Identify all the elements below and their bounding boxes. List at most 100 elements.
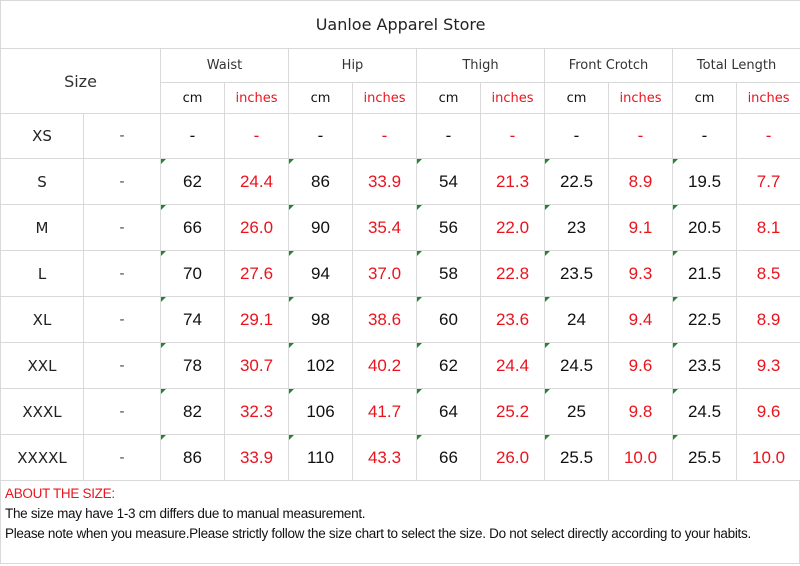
comment-marker-icon (417, 205, 422, 210)
inches-cell: 9.4 (608, 296, 673, 343)
cm-cell: 24 (544, 296, 609, 343)
comment-marker-icon (289, 159, 294, 164)
comment-marker-icon (673, 159, 678, 164)
cell-value: 25.2 (495, 401, 530, 421)
cm-cell: 21.5 (672, 250, 737, 297)
cm-cell: 60 (416, 296, 481, 343)
cm-cell: 23.5 (544, 250, 609, 297)
inches-cell: 27.6 (224, 250, 289, 297)
cell-value: 9.3 (756, 355, 781, 375)
inches-cell: 9.1 (608, 204, 673, 251)
comment-marker-icon (161, 251, 166, 256)
size-extra-cell: - (83, 342, 161, 389)
unit-inches-header: inches (480, 82, 545, 114)
comment-marker-icon (545, 297, 550, 302)
cell-value: 24.5 (687, 401, 722, 421)
inches-cell: 37.0 (352, 250, 417, 297)
inches-cell: 7.7 (735, 158, 800, 205)
cell-value: 74 (183, 309, 202, 329)
cm-cell: 82 (160, 388, 225, 435)
inches-cell: 9.8 (608, 388, 673, 435)
comment-marker-icon (545, 389, 550, 394)
cell-value: 106 (306, 401, 335, 421)
comment-marker-icon (289, 389, 294, 394)
cm-cell: 20.5 (672, 204, 737, 251)
comment-marker-icon (161, 159, 166, 164)
cm-cell: 25.5 (544, 434, 609, 481)
cm-cell: 102 (288, 342, 353, 389)
comment-marker-icon (289, 205, 294, 210)
cell-value: 35.4 (367, 217, 402, 237)
comment-marker-icon (417, 251, 422, 256)
cell-value: 64 (439, 401, 458, 421)
cm-cell: 70 (160, 250, 225, 297)
cm-cell: 110 (288, 434, 353, 481)
cell-value: 32.3 (239, 401, 274, 421)
table-row: XXL - 78 30.7 102 40.2 62 24.4 24.5 9.6 23.5 9.3 (0, 342, 800, 389)
inches-cell: - (735, 113, 800, 159)
cm-cell: - (288, 113, 353, 159)
cell-value: 90 (311, 217, 330, 237)
comment-marker-icon (673, 343, 678, 348)
comment-marker-icon (289, 435, 294, 440)
cell-value: - (445, 126, 452, 145)
comment-marker-icon (161, 297, 166, 302)
unit-inches-header: inches (352, 82, 417, 114)
comment-marker-icon (417, 343, 422, 348)
cell-value: 23.5 (687, 355, 722, 375)
comment-marker-icon (673, 435, 678, 440)
inches-cell: 26.0 (224, 204, 289, 251)
cell-value: 56 (439, 217, 458, 237)
store-title: Uanloe Apparel Store (0, 0, 800, 49)
cell-value: 21.3 (495, 171, 530, 191)
cm-cell: 23 (544, 204, 609, 251)
size-cell: XXXXL (0, 434, 84, 481)
cm-cell: 25.5 (672, 434, 737, 481)
cm-cell: 78 (160, 342, 225, 389)
cell-value: 98 (311, 309, 330, 329)
inches-cell: 8.9 (735, 296, 800, 343)
cell-value: 23.5 (559, 263, 594, 283)
size-cell: M (0, 204, 84, 251)
inches-cell: - (352, 113, 417, 159)
inches-cell: 24.4 (480, 342, 545, 389)
cell-value: 24.4 (239, 171, 274, 191)
comment-marker-icon (417, 159, 422, 164)
measurement-header: Hip (288, 48, 417, 83)
table-row: S - 62 24.4 86 33.9 54 21.3 22.5 8.9 19.5 7.7 (0, 158, 800, 205)
cm-cell: 98 (288, 296, 353, 343)
cell-value: 86 (311, 171, 330, 191)
cell-value: 41.7 (367, 401, 402, 421)
size-cell: XXL (0, 342, 84, 389)
cm-cell: 24.5 (672, 388, 737, 435)
inches-cell: 43.3 (352, 434, 417, 481)
cell-value: 25 (567, 401, 586, 421)
cell-value: 25.5 (687, 447, 722, 467)
cell-value: 33.9 (239, 447, 274, 467)
comment-marker-icon (161, 343, 166, 348)
cell-value: 23.6 (495, 309, 530, 329)
inches-cell: 38.6 (352, 296, 417, 343)
comment-marker-icon (545, 159, 550, 164)
cell-value: 24 (567, 309, 586, 329)
cell-value: 9.8 (628, 401, 653, 421)
cell-value: 94 (311, 263, 330, 283)
comment-marker-icon (161, 435, 166, 440)
cm-cell: 22.5 (672, 296, 737, 343)
comment-marker-icon (161, 205, 166, 210)
comment-marker-icon (417, 389, 422, 394)
cell-value: 54 (439, 171, 458, 191)
cell-value: 37.0 (367, 263, 402, 283)
cell-value: 19.5 (687, 171, 722, 191)
cell-value: - (573, 126, 580, 145)
cell-value: 9.1 (628, 217, 653, 237)
cell-value: 26.0 (239, 217, 274, 237)
cm-cell: 54 (416, 158, 481, 205)
cell-value: 33.9 (367, 171, 402, 191)
cell-value: 9.6 (628, 355, 653, 375)
comment-marker-icon (673, 205, 678, 210)
cm-cell: 90 (288, 204, 353, 251)
cm-cell: 64 (416, 388, 481, 435)
cell-value: - (701, 126, 708, 145)
size-cell: XXXL (0, 388, 84, 435)
